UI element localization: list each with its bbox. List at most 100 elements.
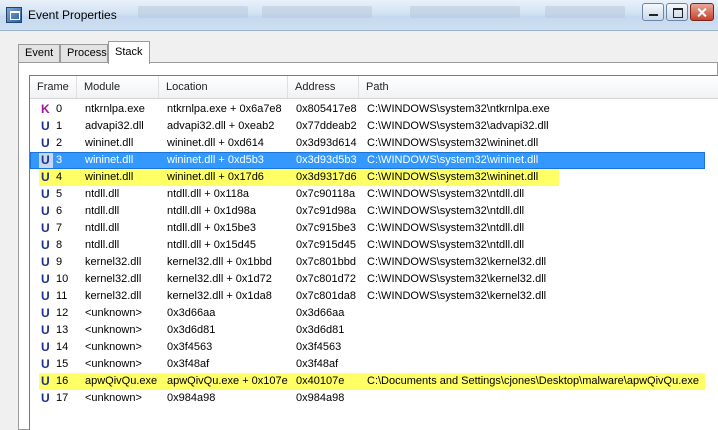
stack-frame-row[interactable]: U 12 <unknown> 0x3d66aa 0x3d66aa [30,305,718,322]
module-name: kernel32.dll [85,256,142,268]
stack-frame-row[interactable]: U 2 wininet.dll wininet.dll + 0xd614 0x3d93d… [30,135,718,152]
stack-frame-row[interactable]: U 6 ntdll.dll ntdll.dll + 0x1d98a 0x7c91d98a… [30,203,718,220]
address: 0x7c801bbd [296,256,356,268]
maximize-icon[interactable] [666,3,688,21]
location: wininet.dll + 0xd614 [167,137,264,149]
address: 0x7c915be3 [296,222,356,234]
column-header-module[interactable]: Module [77,76,159,98]
stack-frame-row[interactable]: U 4 wininet.dll wininet.dll + 0x17d6 0x3d931… [30,169,718,186]
address: 0x77ddeab2 [296,120,357,132]
frame-number: 12 [56,307,69,319]
frame-number: 10 [56,273,69,285]
list-header: Frame Module Location Address Path [30,76,718,99]
module-name: <unknown> [85,392,142,404]
frame-number: 8 [56,239,63,251]
frame-type-user: U [41,272,50,286]
column-header-path[interactable]: Path [359,76,718,98]
frame-type-user: U [41,391,50,405]
stack-frame-row[interactable]: U 14 <unknown> 0x3f4563 0x3f4563 [30,339,718,356]
module-path: C:\WINDOWS\system32\wininet.dll [367,154,539,166]
event-properties-window: Event Properties Event Process Stack Fra… [0,0,718,430]
address: 0x3d9317d6 [296,171,357,183]
module-name: wininet.dll [85,171,134,183]
stack-list[interactable]: Frame Module Location Address Path K 0 ntk… [29,75,718,430]
frame-type-user: U [41,153,50,167]
column-header-frame[interactable]: Frame [30,76,77,98]
address: 0x7c801d72 [296,273,356,285]
stack-frame-row[interactable]: U 10 kernel32.dll kernel32.dll + 0x1d72 0x7c… [30,271,718,288]
stack-frame-row[interactable]: U 3 wininet.dll wininet.dll + 0xd5b3 0x3d93d… [30,152,718,169]
module-name: <unknown> [85,341,142,353]
address: 0x7c90118a [296,188,356,200]
stack-frame-row[interactable]: U 5 ntdll.dll ntdll.dll + 0x118a 0x7c90118a C… [30,186,718,203]
frame-number: 9 [56,256,63,268]
module-path: C:\WINDOWS\system32\kernel32.dll [367,290,547,302]
app-window-icon [6,7,22,23]
address: 0x3d6d81 [296,324,345,336]
address: 0x7c915d45 [296,239,356,251]
tab-event[interactable]: Event [18,44,60,63]
stack-frame-row[interactable]: U 7 ntdll.dll ntdll.dll + 0x15be3 0x7c915be3… [30,220,718,237]
frame-number: 1 [56,120,63,132]
stack-frame-row[interactable]: U 15 <unknown> 0x3f48af 0x3f48af [30,356,718,373]
frame-type-user: U [41,187,50,201]
frame-type-kernel: K [41,102,50,116]
module-path: C:\WINDOWS\system32\ntkrnlpa.exe [367,103,550,115]
location: ntkrnlpa.exe + 0x6a7e8 [167,103,282,115]
module-path: C:\WINDOWS\system32\ntdll.dll [367,222,525,234]
location: 0x3d6d81 [167,324,216,336]
stack-frame-row[interactable]: U 11 kernel32.dll kernel32.dll + 0x1da8 0x7c… [30,288,718,305]
frame-number: 2 [56,137,63,149]
frame-type-user: U [41,170,50,184]
column-header-location[interactable]: Location [159,76,288,98]
module-path: C:\WINDOWS\system32\advapi32.dll [367,120,549,132]
module-name: advapi32.dll [85,120,144,132]
frame-number: 13 [56,324,69,336]
address: 0x40107e [296,375,345,387]
module-name: kernel32.dll [85,290,142,302]
stack-frame-row[interactable]: U 17 <unknown> 0x984a98 0x984a98 [30,390,718,407]
tab-stack[interactable]: Stack [108,41,150,64]
module-name: wininet.dll [85,154,134,166]
module-path: C:\WINDOWS\system32\wininet.dll [367,171,539,183]
frame-type-user: U [41,306,50,320]
module-path: C:\WINDOWS\system32\ntdll.dll [367,239,525,251]
stack-frame-row[interactable]: U 16 apwQivQu.exe apwQivQu.exe + 0x107e 0x40… [30,373,718,390]
minimize-icon[interactable] [642,3,664,21]
window-controls [642,3,714,21]
address: 0x984a98 [296,392,345,404]
frame-number: 7 [56,222,63,234]
frame-type-user: U [41,289,50,303]
close-icon[interactable] [690,3,714,21]
stack-frame-row[interactable]: K 0 ntkrnlpa.exe ntkrnlpa.exe + 0x6a7e8 0x80… [30,101,718,118]
location: 0x3d66aa [167,307,216,319]
frame-type-user: U [41,374,50,388]
stack-frame-row[interactable]: U 1 advapi32.dll advapi32.dll + 0xeab2 0x77d… [30,118,718,135]
module-name: ntkrnlpa.exe [85,103,145,115]
tab-process[interactable]: Process [60,44,108,63]
module-name: kernel32.dll [85,273,142,285]
frame-type-user: U [41,340,50,354]
column-header-address[interactable]: Address [288,76,359,98]
stack-frame-row[interactable]: U 13 <unknown> 0x3d6d81 0x3d6d81 [30,322,718,339]
stack-frame-row[interactable]: U 8 ntdll.dll ntdll.dll + 0x15d45 0x7c915d45… [30,237,718,254]
address: 0x7c801da8 [296,290,356,302]
address: 0x7c91d98a [296,205,356,217]
frame-number: 11 [56,290,68,302]
location: apwQivQu.exe + 0x107e [167,375,288,387]
frame-type-user: U [41,221,50,235]
module-path: C:\WINDOWS\system32\wininet.dll [367,137,539,149]
frame-number: 5 [56,188,63,200]
stack-frame-row[interactable]: U 9 kernel32.dll kernel32.dll + 0x1bbd 0x7c8… [30,254,718,271]
module-path: C:\WINDOWS\system32\kernel32.dll [367,273,547,285]
frame-number: 14 [56,341,69,353]
frame-number: 17 [56,392,69,404]
title-bar[interactable]: Event Properties [0,0,718,31]
frame-type-user: U [41,357,50,371]
location: 0x3f4563 [167,341,213,353]
address: 0x3d93d5b3 [296,154,357,166]
module-name: ntdll.dll [85,205,120,217]
location: wininet.dll + 0x17d6 [167,171,264,183]
background-window-blur [545,6,625,18]
address: 0x3f48af [296,358,339,370]
